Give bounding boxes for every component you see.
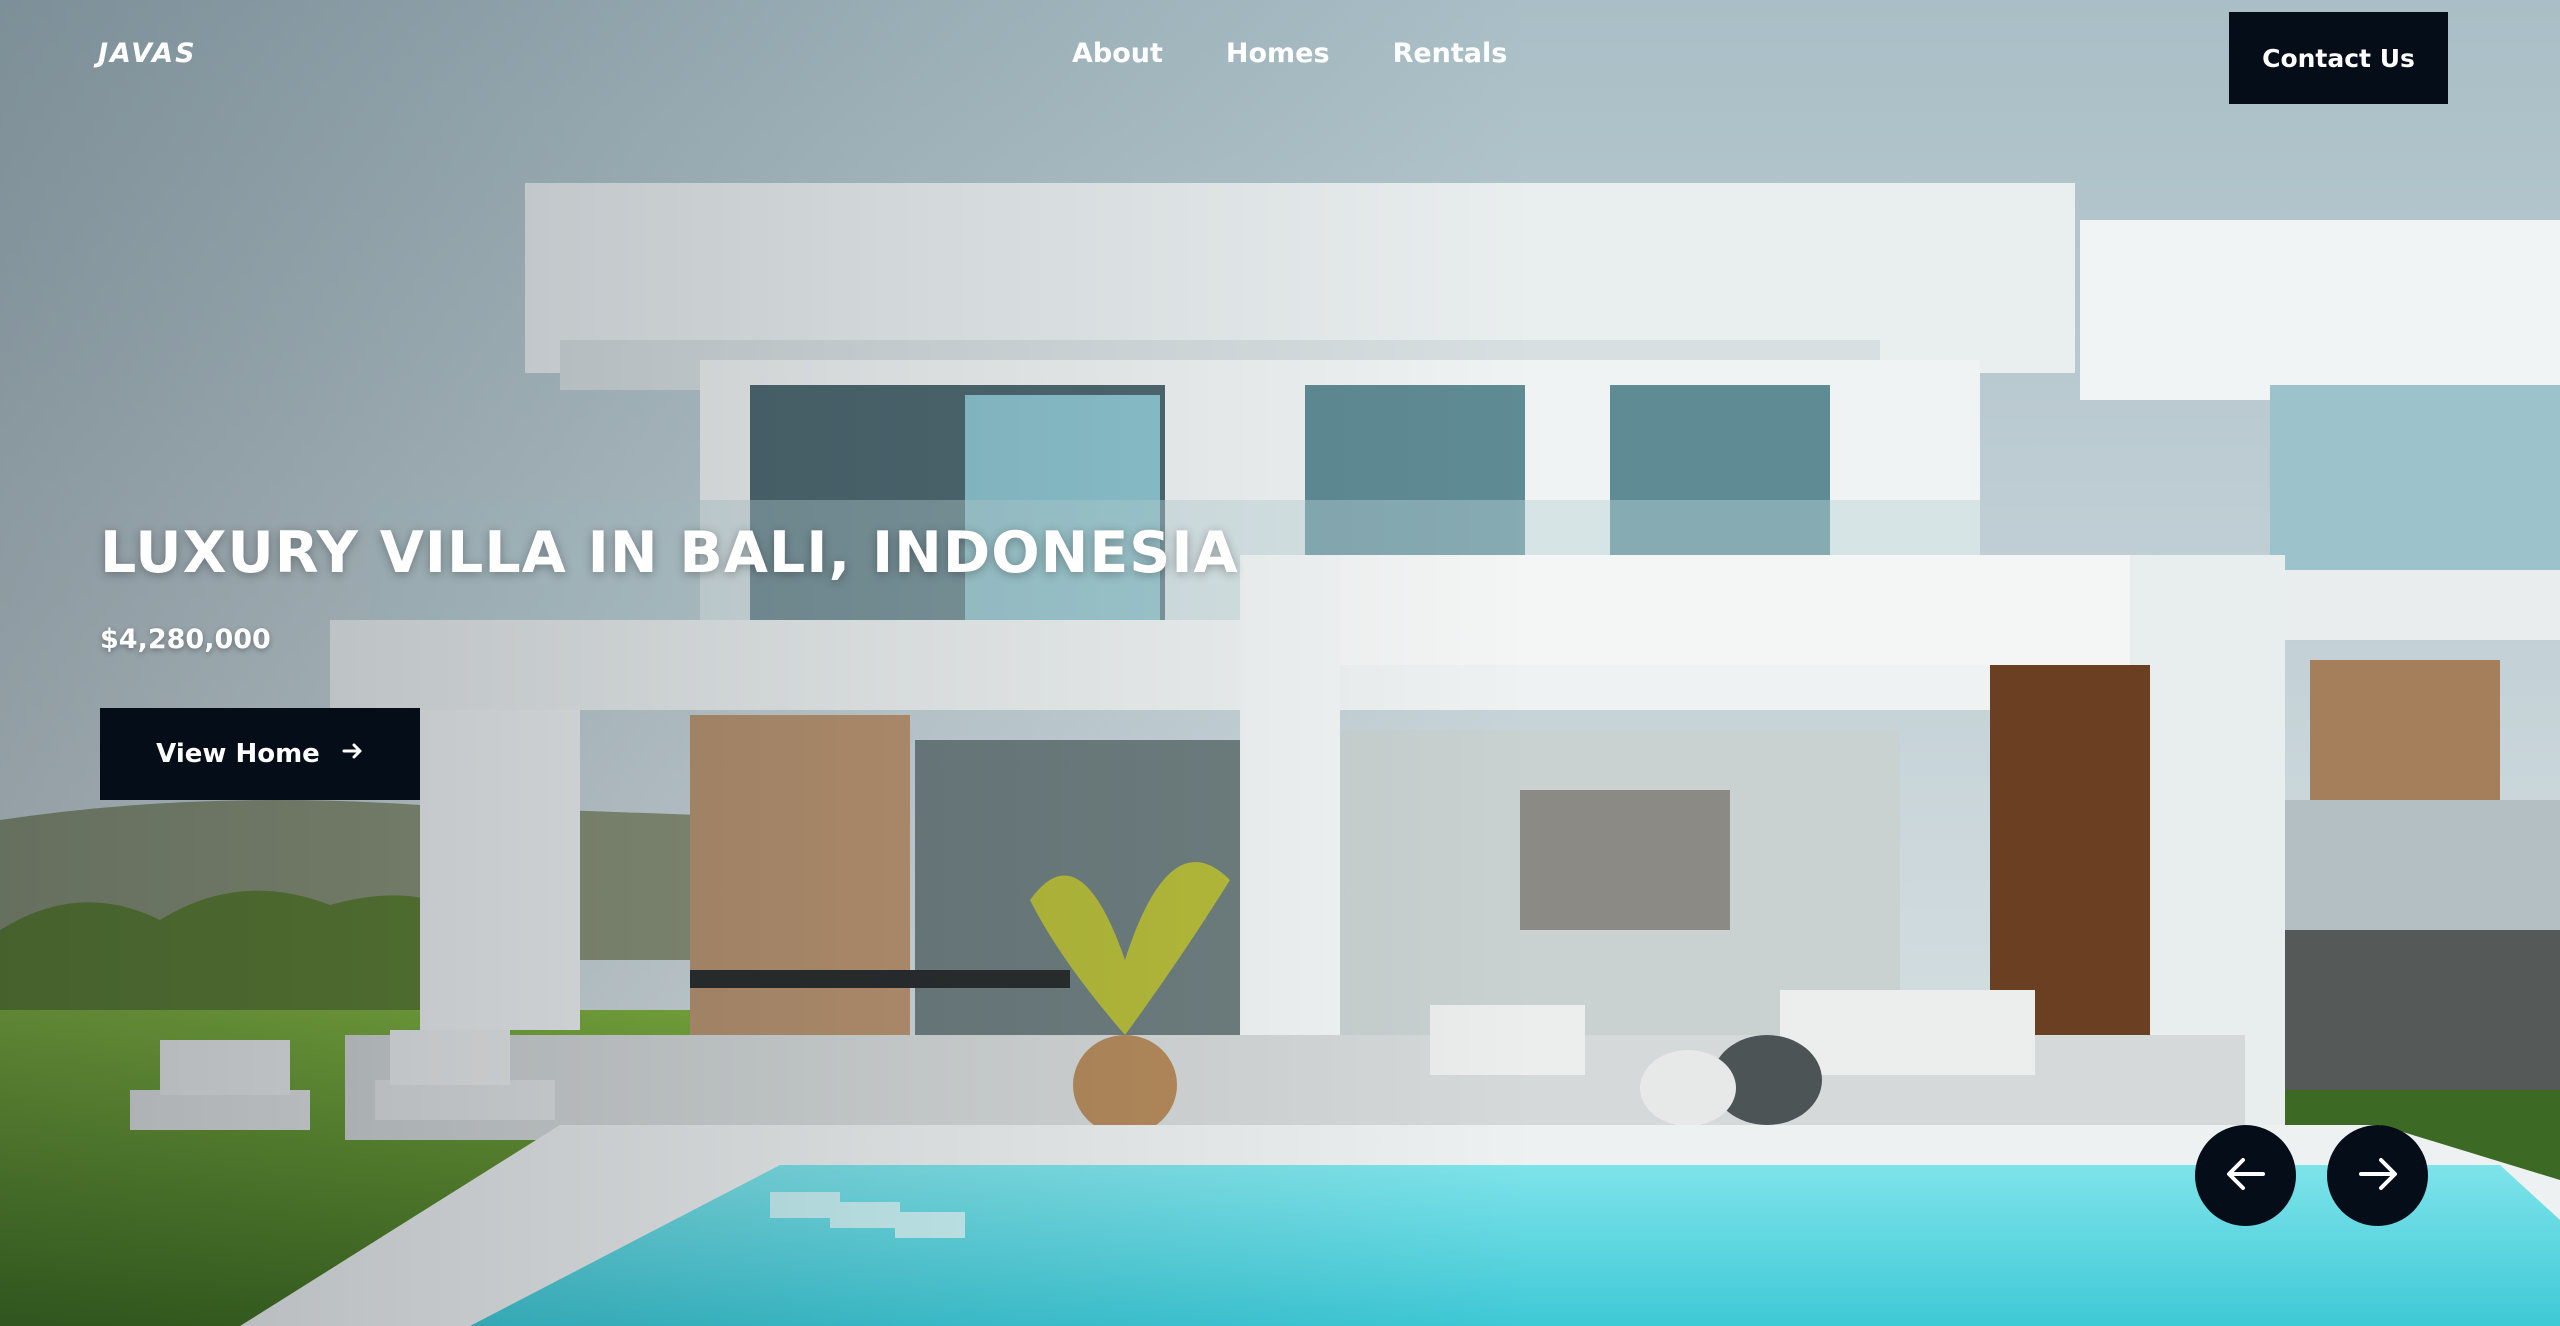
contact-us-button[interactable]: Contact Us (2229, 12, 2448, 104)
hero-background (0, 0, 2560, 1326)
previous-slide-button[interactable] (2195, 1125, 2296, 1226)
nav-link-rentals[interactable]: Rentals (1393, 38, 1508, 69)
property-title: LUXURY VILLA IN BALI, INDONESIA (100, 520, 1239, 586)
arrow-right-icon (342, 739, 364, 769)
view-home-button[interactable]: View Home (100, 708, 420, 800)
view-home-label: View Home (156, 739, 320, 769)
image-overlay (0, 0, 2560, 1326)
property-price: $4,280,000 (100, 624, 271, 655)
top-navigation: JAVAS About Homes Rentals Contact Us (0, 0, 2560, 115)
brand-logo[interactable]: JAVAS (98, 38, 197, 69)
nav-link-about[interactable]: About (1072, 38, 1163, 69)
arrow-left-icon (2223, 1151, 2269, 1200)
next-slide-button[interactable] (2327, 1125, 2428, 1226)
arrow-right-icon (2355, 1151, 2401, 1200)
nav-link-homes[interactable]: Homes (1226, 38, 1330, 69)
hero-content: LUXURY VILLA IN BALI, INDONESIA $4,280,0… (100, 520, 1239, 800)
nav-links: About Homes Rentals (1072, 38, 1507, 69)
